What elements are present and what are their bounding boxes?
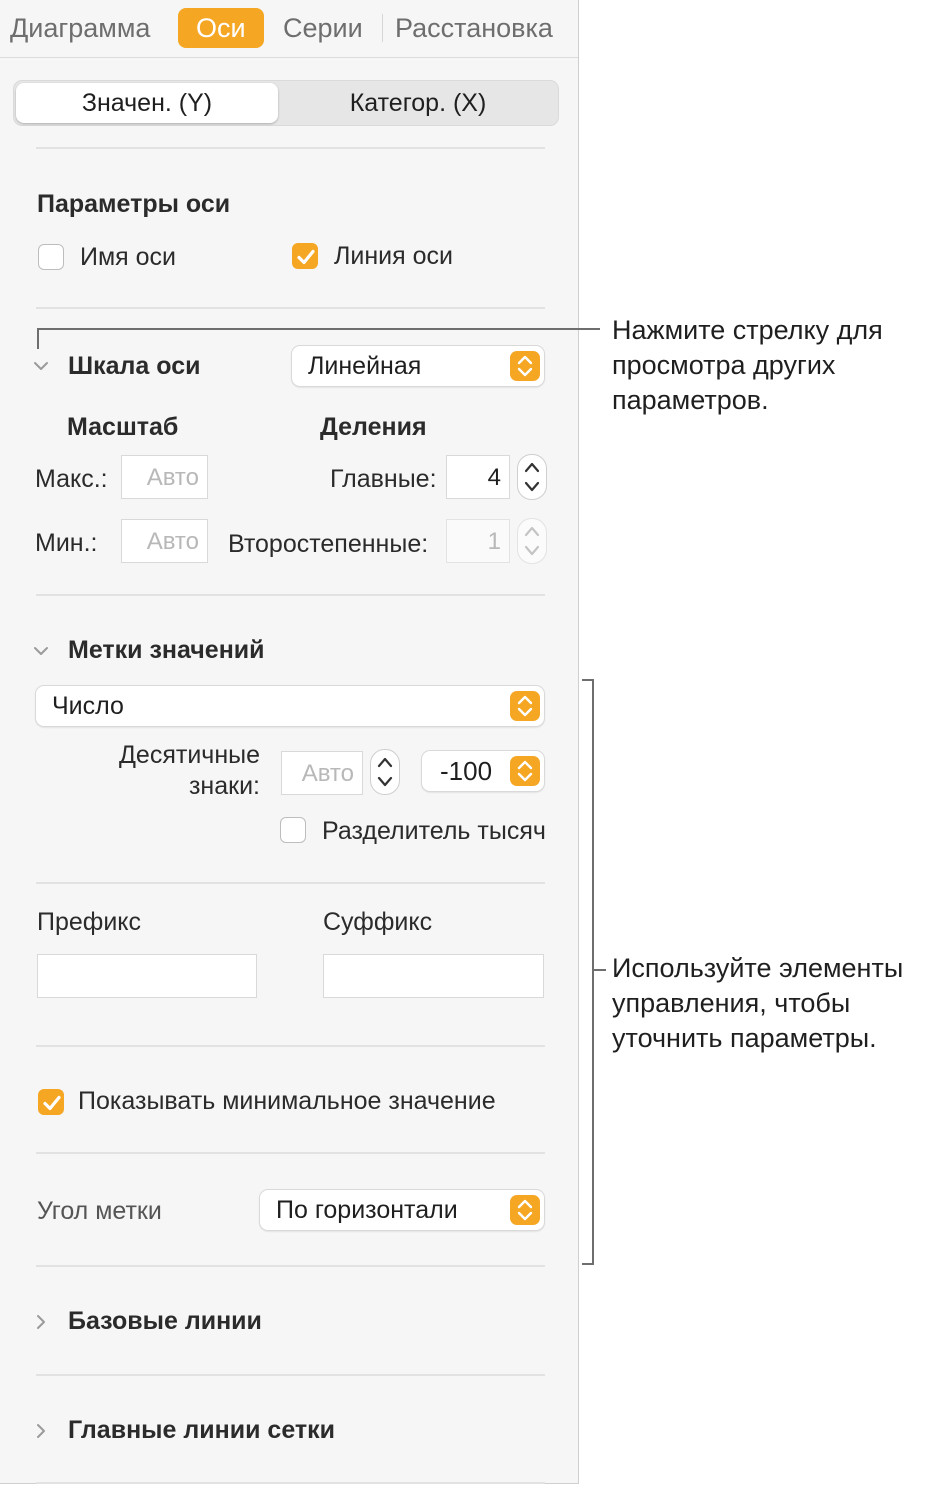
callout-arrow-line3: параметров. (612, 385, 769, 415)
up-down-arrows-icon (510, 351, 540, 381)
format-sidebar: Диаграмма Оси Серии Расстановка Значен. … (0, 0, 579, 1484)
up-down-arrows-icon (510, 1195, 540, 1225)
up-down-arrows-icon (510, 691, 540, 721)
axis-scale-heading: Шкала оси (68, 352, 201, 380)
decimals-placeholder: Авто (301, 760, 354, 787)
axis-line-label: Линия оси (334, 242, 453, 270)
ticks-heading: Деления (320, 413, 427, 441)
callout-controls-line1: Используйте элементы (612, 953, 904, 983)
callout-bracket-bottom (582, 1263, 594, 1265)
minor-ticks-field[interactable]: 1 (446, 519, 510, 563)
minor-ticks-value: 1 (487, 528, 501, 555)
min-label: Мин.: (35, 529, 98, 557)
negative-format-value: -100 (440, 756, 493, 786)
label-angle-value: По горизонтали (276, 1196, 458, 1224)
baselines-section[interactable]: Базовые линии (68, 1307, 262, 1336)
callout-controls-line2: управления, чтобы (612, 988, 851, 1018)
label-angle-label: Угол метки (37, 1197, 162, 1225)
thousands-separator-checkbox[interactable] (280, 817, 306, 843)
section-divider (36, 1152, 545, 1154)
section-divider (36, 882, 545, 884)
section-divider (36, 1265, 545, 1267)
show-min-value-label: Показывать минимальное значение (78, 1087, 496, 1115)
section-divider (36, 1374, 545, 1376)
scale-heading: Масштаб (67, 413, 179, 441)
number-format-value: Число (52, 692, 124, 720)
chevron-down-icon[interactable] (33, 358, 49, 374)
suffix-field[interactable] (323, 954, 544, 998)
checkmark-icon (43, 1095, 61, 1111)
chevron-down-icon[interactable] (33, 643, 49, 659)
number-format-popup[interactable]: Число (36, 686, 544, 726)
tab-divider (382, 14, 383, 42)
minor-ticks-stepper-icon[interactable] (517, 518, 547, 564)
max-label: Макс.: (35, 465, 108, 493)
thousands-separator-label: Разделитель тысяч (322, 817, 546, 845)
segment-value-y[interactable]: Значен. (Y) (16, 83, 278, 123)
up-down-arrows-icon (510, 756, 540, 786)
chevron-right-icon[interactable] (33, 1314, 49, 1330)
major-gridlines-section[interactable]: Главные линии сетки (68, 1416, 335, 1445)
max-field[interactable]: Авто (121, 455, 208, 499)
axis-scale-popup[interactable]: Линейная (292, 346, 544, 386)
section-divider (36, 594, 545, 596)
prefix-label: Префикс (37, 908, 142, 936)
callout-controls-line3: уточнить параметры. (612, 1023, 877, 1053)
max-placeholder: Авто (146, 464, 199, 491)
callout-arrow-line1: Нажмите стрелку для (612, 315, 883, 345)
axis-scale-value: Линейная (308, 352, 422, 380)
axis-line-checkbox[interactable] (292, 243, 318, 269)
callout-bracket-leader (594, 969, 606, 971)
axis-options-heading: Параметры оси (37, 190, 231, 218)
callout-bracket-vertical (592, 679, 594, 1265)
segment-category-x[interactable]: Категор. (X) (284, 83, 552, 123)
axis-name-checkbox[interactable] (38, 244, 64, 270)
major-ticks-value: 4 (487, 464, 501, 491)
callout-leader-horizontal (37, 328, 600, 330)
minor-ticks-label: Второстепенные: (228, 530, 429, 558)
callout-arrow-line2: просмотра других (612, 350, 836, 380)
tab-chart[interactable]: Диаграмма (10, 8, 150, 48)
negative-format-popup[interactable]: -100 (422, 751, 544, 791)
section-divider (36, 1482, 545, 1484)
axis-segmented-control: Значен. (Y) Категор. (X) (13, 80, 559, 126)
major-ticks-field[interactable]: 4 (446, 455, 510, 499)
label-angle-popup[interactable]: По горизонтали (260, 1190, 544, 1230)
decimals-label-line1: Десятичные (119, 741, 260, 769)
min-placeholder: Авто (146, 528, 199, 555)
decimals-stepper-icon[interactable] (370, 749, 400, 795)
decimals-field[interactable]: Авто (281, 751, 363, 795)
axis-name-label: Имя оси (80, 243, 177, 271)
major-ticks-label: Главные: (330, 465, 437, 493)
section-divider (36, 1045, 545, 1047)
decimals-label-line2: знаки: (188, 772, 260, 800)
min-field[interactable]: Авто (121, 519, 208, 563)
section-divider (36, 307, 545, 309)
value-labels-heading: Метки значений (68, 636, 265, 664)
section-divider (36, 147, 545, 149)
suffix-label: Суффикс (323, 908, 433, 936)
checkmark-icon (297, 249, 315, 265)
tab-series[interactable]: Серии (283, 8, 363, 48)
callout-bracket-top (582, 679, 594, 681)
major-ticks-stepper-icon[interactable] (517, 454, 547, 500)
show-min-value-checkbox[interactable] (38, 1089, 64, 1115)
tab-axes[interactable]: Оси (178, 8, 264, 48)
prefix-field[interactable] (37, 954, 257, 998)
callout-leader-vertical (37, 329, 39, 349)
tab-bar-divider (0, 57, 578, 58)
chevron-right-icon[interactable] (33, 1423, 49, 1439)
tab-arrange[interactable]: Расстановка (395, 8, 553, 48)
